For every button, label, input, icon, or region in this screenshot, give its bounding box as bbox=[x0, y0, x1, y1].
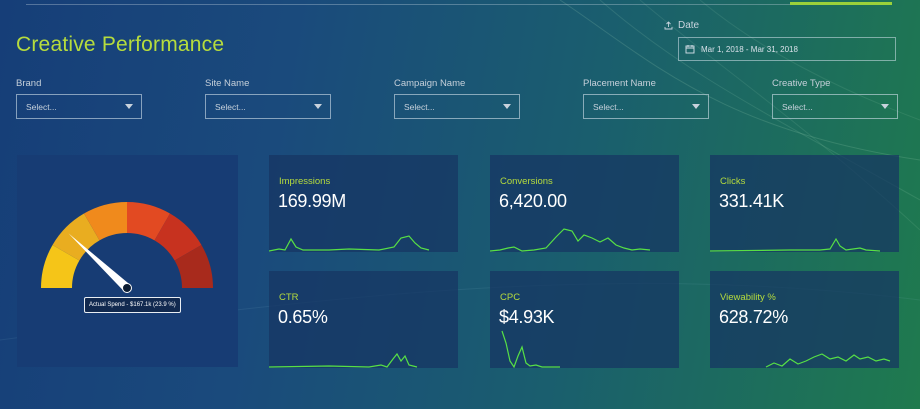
metric-value: 331.41K bbox=[719, 191, 784, 211]
date-range-picker[interactable]: Mar 1, 2018 - Mar 31, 2018 bbox=[678, 37, 896, 61]
metric-card-cpc[interactable]: CPC $4.93K bbox=[490, 271, 679, 368]
filter-label: Placement Name bbox=[583, 78, 656, 89]
filter-placement-name: Placement Name Select... bbox=[583, 78, 711, 119]
metric-label: Viewability % bbox=[720, 292, 776, 303]
campaign-name-select[interactable]: Select... bbox=[394, 94, 520, 119]
filter-creative-type: Creative Type Select... bbox=[772, 78, 900, 119]
date-label: Date bbox=[664, 20, 699, 31]
metric-label: CTR bbox=[279, 292, 299, 303]
metric-card-viewability[interactable]: Viewability % 628.72% bbox=[710, 271, 899, 368]
metric-label: Conversions bbox=[500, 176, 553, 187]
metric-label: Impressions bbox=[279, 176, 331, 187]
metric-value: 6,420.00 bbox=[499, 191, 567, 211]
spend-gauge[interactable] bbox=[17, 155, 238, 367]
chevron-down-icon bbox=[692, 104, 700, 109]
select-placeholder: Select... bbox=[215, 101, 246, 112]
brand-select[interactable]: Select... bbox=[16, 94, 142, 119]
metric-value: 628.72% bbox=[719, 307, 788, 327]
chevron-down-icon bbox=[314, 104, 322, 109]
placement-name-select[interactable]: Select... bbox=[583, 94, 709, 119]
upload-icon bbox=[664, 21, 673, 30]
gauge-hub bbox=[122, 283, 132, 293]
chevron-down-icon bbox=[881, 104, 889, 109]
select-placeholder: Select... bbox=[782, 101, 813, 112]
select-placeholder: Select... bbox=[26, 101, 57, 112]
date-label-text: Date bbox=[678, 20, 700, 31]
filter-campaign-name: Campaign Name Select... bbox=[394, 78, 522, 119]
calendar-icon bbox=[685, 45, 695, 54]
active-tab-indicator[interactable] bbox=[790, 2, 892, 5]
select-placeholder: Select... bbox=[404, 101, 435, 112]
gauge-tooltip: Actual Spend - $167.1k (23.9 %) bbox=[84, 297, 181, 313]
metric-card-ctr[interactable]: CTR 0.65% bbox=[269, 271, 458, 368]
top-divider bbox=[26, 4, 892, 5]
filter-site-name: Site Name Select... bbox=[205, 78, 333, 119]
site-name-select[interactable]: Select... bbox=[205, 94, 331, 119]
metric-label: Clicks bbox=[720, 176, 746, 187]
chevron-down-icon bbox=[125, 104, 133, 109]
metric-value: $4.93K bbox=[499, 307, 555, 327]
metric-label: CPC bbox=[500, 292, 521, 303]
filter-label: Brand bbox=[16, 78, 42, 89]
select-placeholder: Select... bbox=[593, 101, 624, 112]
metric-card-clicks[interactable]: Clicks 331.41K bbox=[710, 155, 899, 252]
metric-value: 0.65% bbox=[278, 307, 328, 327]
filter-label: Creative Type bbox=[772, 78, 831, 89]
page-title: Creative Performance bbox=[16, 33, 225, 56]
filter-label: Campaign Name bbox=[394, 78, 466, 89]
filter-brand: Brand Select... bbox=[16, 78, 144, 119]
spend-gauge-card bbox=[17, 155, 238, 367]
creative-type-select[interactable]: Select... bbox=[772, 94, 898, 119]
filter-label: Site Name bbox=[205, 78, 250, 89]
metric-value: 169.99M bbox=[278, 191, 346, 211]
metric-card-impressions[interactable]: Impressions 169.99M bbox=[269, 155, 458, 252]
chevron-down-icon bbox=[503, 104, 511, 109]
date-range-text: Mar 1, 2018 - Mar 31, 2018 bbox=[701, 44, 798, 54]
metric-card-conversions[interactable]: Conversions 6,420.00 bbox=[490, 155, 679, 252]
